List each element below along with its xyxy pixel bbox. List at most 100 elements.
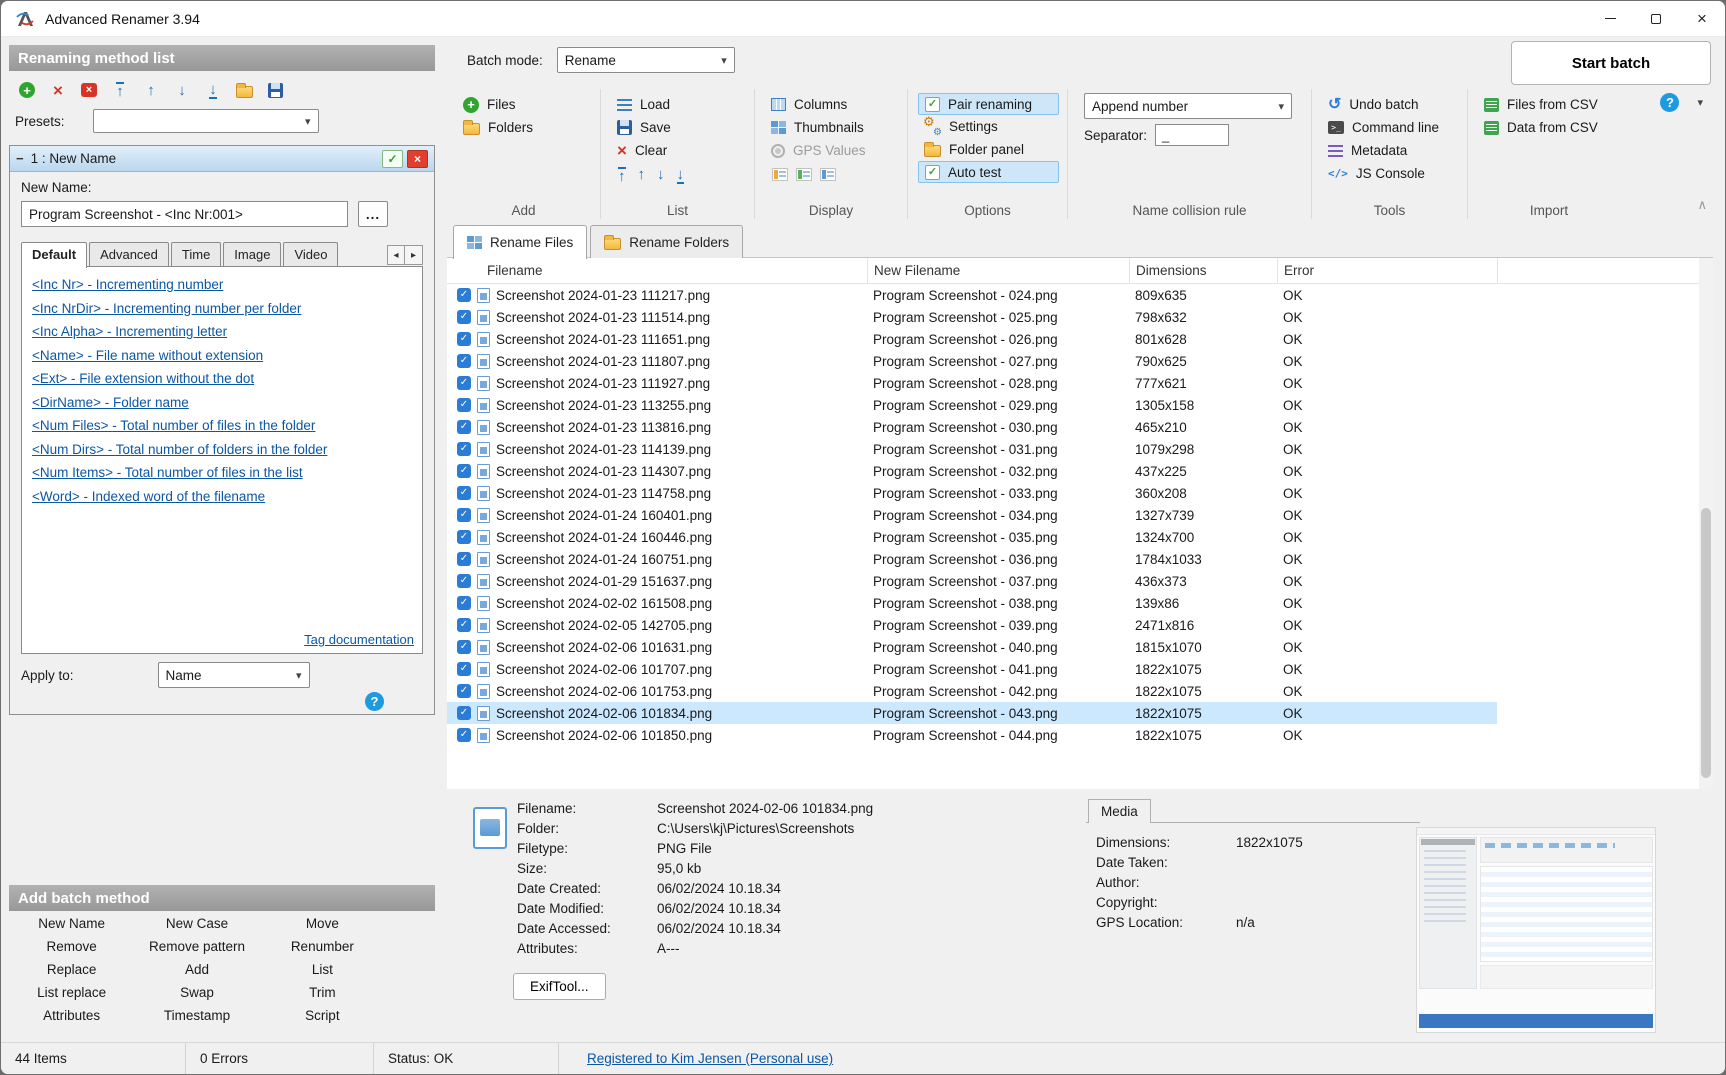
- batch-method-timestamp[interactable]: Timestamp: [134, 1007, 259, 1025]
- add-method-button[interactable]: +: [15, 78, 39, 102]
- collapse-ribbon-icon[interactable]: ∧: [1697, 197, 1707, 213]
- table-row[interactable]: ✓Screenshot 2024-01-23 111807.pngProgram…: [447, 350, 1497, 372]
- row-checkbox[interactable]: ✓: [457, 530, 471, 544]
- tag-link[interactable]: <Inc Nr> - Incrementing number: [32, 273, 223, 297]
- table-row[interactable]: ✓Screenshot 2024-01-23 111927.pngProgram…: [447, 372, 1497, 394]
- separator-input[interactable]: _: [1155, 124, 1229, 146]
- js-console-button[interactable]: </>JS Console: [1328, 162, 1459, 185]
- tag-link[interactable]: <Num Dirs> - Total number of folders in …: [32, 438, 327, 462]
- tabs-scroll-left-button[interactable]: ◂: [387, 245, 405, 265]
- move-file-bottom-button[interactable]: ↓: [677, 167, 685, 184]
- row-checkbox[interactable]: ✓: [457, 310, 471, 324]
- move-file-top-button[interactable]: ↑: [618, 167, 626, 184]
- table-row[interactable]: ✓Screenshot 2024-01-23 111651.pngProgram…: [447, 328, 1497, 350]
- table-row[interactable]: ✓Screenshot 2024-01-23 114758.pngProgram…: [447, 482, 1497, 504]
- new-name-browse-button[interactable]: ...: [358, 201, 388, 227]
- presets-dropdown[interactable]: ▾: [93, 109, 319, 133]
- table-row[interactable]: ✓Screenshot 2024-01-24 160751.pngProgram…: [447, 548, 1497, 570]
- list-view-icon[interactable]: [772, 168, 788, 181]
- load-list-button[interactable]: Load: [617, 93, 746, 116]
- batch-method-add[interactable]: Add: [134, 961, 259, 979]
- method-header[interactable]: − 1 : New Name ✓ ×: [10, 146, 434, 172]
- pair-renaming-toggle[interactable]: ✓Pair renaming: [918, 93, 1059, 115]
- move-method-bottom-button[interactable]: ↓: [201, 78, 225, 102]
- table-row[interactable]: ✓Screenshot 2024-02-06 101631.pngProgram…: [447, 636, 1497, 658]
- row-checkbox[interactable]: ✓: [457, 618, 471, 632]
- table-row[interactable]: ✓Screenshot 2024-01-23 114139.pngProgram…: [447, 438, 1497, 460]
- metadata-button[interactable]: Metadata: [1328, 139, 1459, 162]
- table-row[interactable]: ✓Screenshot 2024-02-06 101834.pngProgram…: [447, 702, 1497, 724]
- tag-link[interactable]: <Ext> - File extension without the dot: [32, 367, 254, 391]
- undo-batch-button[interactable]: ↺Undo batch: [1328, 93, 1459, 116]
- tag-link[interactable]: <Name> - File name without extension: [32, 344, 263, 368]
- batch-method-list[interactable]: List: [260, 961, 385, 979]
- new-name-input[interactable]: Program Screenshot - <Inc Nr:001>: [21, 201, 348, 227]
- row-checkbox[interactable]: ✓: [457, 596, 471, 610]
- thumbnails-button[interactable]: Thumbnails: [771, 116, 899, 139]
- auto-test-toggle[interactable]: ✓Auto test: [918, 161, 1059, 183]
- column-header-new-filename[interactable]: New Filename: [867, 258, 1129, 283]
- tab-rename-folders[interactable]: Rename Folders: [590, 225, 743, 258]
- batch-method-remove[interactable]: Remove: [9, 938, 134, 956]
- remove-method-button[interactable]: ×: [46, 78, 70, 102]
- tag-link[interactable]: <Num Items> - Total number of files in t…: [32, 461, 303, 485]
- row-checkbox[interactable]: ✓: [457, 640, 471, 654]
- table-row[interactable]: ✓Screenshot 2024-02-02 161508.pngProgram…: [447, 592, 1497, 614]
- chevron-down-icon[interactable]: ▾: [1697, 96, 1703, 109]
- batch-method-list-replace[interactable]: List replace: [9, 984, 134, 1002]
- batch-method-remove-pattern[interactable]: Remove pattern: [134, 938, 259, 956]
- row-checkbox[interactable]: ✓: [457, 662, 471, 676]
- folder-panel-button[interactable]: Folder panel: [924, 138, 1059, 161]
- batch-method-replace[interactable]: Replace: [9, 961, 134, 979]
- batch-method-move[interactable]: Move: [260, 915, 385, 933]
- batch-method-new-case[interactable]: New Case: [134, 915, 259, 933]
- table-row[interactable]: ✓Screenshot 2024-01-24 160401.pngProgram…: [447, 504, 1497, 526]
- start-batch-button[interactable]: Start batch: [1511, 41, 1711, 85]
- files-from-csv-button[interactable]: Files from CSV: [1484, 93, 1622, 116]
- close-button[interactable]: ×: [1679, 1, 1725, 36]
- batch-method-script[interactable]: Script: [260, 1007, 385, 1025]
- move-method-top-button[interactable]: ↑: [108, 78, 132, 102]
- method-tab-video[interactable]: Video: [283, 242, 338, 267]
- help-icon[interactable]: ?: [1660, 93, 1679, 112]
- tag-link[interactable]: <Inc Alpha> - Incrementing letter: [32, 320, 227, 344]
- tabs-scroll-right-button[interactable]: ▸: [405, 245, 423, 265]
- batch-mode-dropdown[interactable]: Rename ▾: [557, 47, 735, 73]
- collapse-method-icon[interactable]: −: [16, 151, 24, 166]
- tag-link[interactable]: <Num Files> - Total number of files in t…: [32, 414, 315, 438]
- apply-to-dropdown[interactable]: Name ▾: [158, 662, 310, 688]
- method-tab-time[interactable]: Time: [171, 242, 221, 267]
- row-checkbox[interactable]: ✓: [457, 728, 471, 742]
- method-remove-button[interactable]: ×: [407, 150, 428, 168]
- save-list-button[interactable]: Save: [617, 116, 746, 139]
- gps-values-button[interactable]: GPS Values: [771, 139, 899, 162]
- remove-all-methods-button[interactable]: ×: [77, 78, 101, 102]
- table-row[interactable]: ✓Screenshot 2024-01-23 111514.pngProgram…: [447, 306, 1497, 328]
- row-checkbox[interactable]: ✓: [457, 442, 471, 456]
- column-header-error[interactable]: Error: [1277, 258, 1497, 283]
- tag-link[interactable]: <Inc NrDir> - Incrementing number per fo…: [32, 297, 301, 321]
- row-checkbox[interactable]: ✓: [457, 398, 471, 412]
- table-row[interactable]: ✓Screenshot 2024-01-23 113816.pngProgram…: [447, 416, 1497, 438]
- row-checkbox[interactable]: ✓: [457, 552, 471, 566]
- registration-link[interactable]: Registered to Kim Jensen (Personal use): [587, 1051, 833, 1066]
- clear-list-button[interactable]: ×Clear: [617, 139, 746, 162]
- row-checkbox[interactable]: ✓: [457, 354, 471, 368]
- table-row[interactable]: ✓Screenshot 2024-01-23 114307.pngProgram…: [447, 460, 1497, 482]
- exiftool-button[interactable]: ExifTool...: [513, 973, 606, 1000]
- move-file-up-button[interactable]: ↑: [638, 167, 646, 184]
- add-files-button[interactable]: +Files: [463, 93, 592, 116]
- command-line-button[interactable]: >_Command line: [1328, 116, 1459, 139]
- table-row[interactable]: ✓Screenshot 2024-01-23 113255.pngProgram…: [447, 394, 1497, 416]
- detail-view-icon[interactable]: [820, 168, 836, 181]
- open-preset-button[interactable]: [232, 78, 256, 102]
- column-header-filename[interactable]: Filename: [447, 258, 867, 283]
- column-header-dimensions[interactable]: Dimensions: [1129, 258, 1277, 283]
- table-row[interactable]: ✓Screenshot 2024-02-06 101707.pngProgram…: [447, 658, 1497, 680]
- row-checkbox[interactable]: ✓: [457, 420, 471, 434]
- row-checkbox[interactable]: ✓: [457, 486, 471, 500]
- batch-method-trim[interactable]: Trim: [260, 984, 385, 1002]
- table-row[interactable]: ✓Screenshot 2024-02-05 142705.pngProgram…: [447, 614, 1497, 636]
- method-tab-default[interactable]: Default: [21, 242, 87, 268]
- table-row[interactable]: ✓Screenshot 2024-02-06 101753.pngProgram…: [447, 680, 1497, 702]
